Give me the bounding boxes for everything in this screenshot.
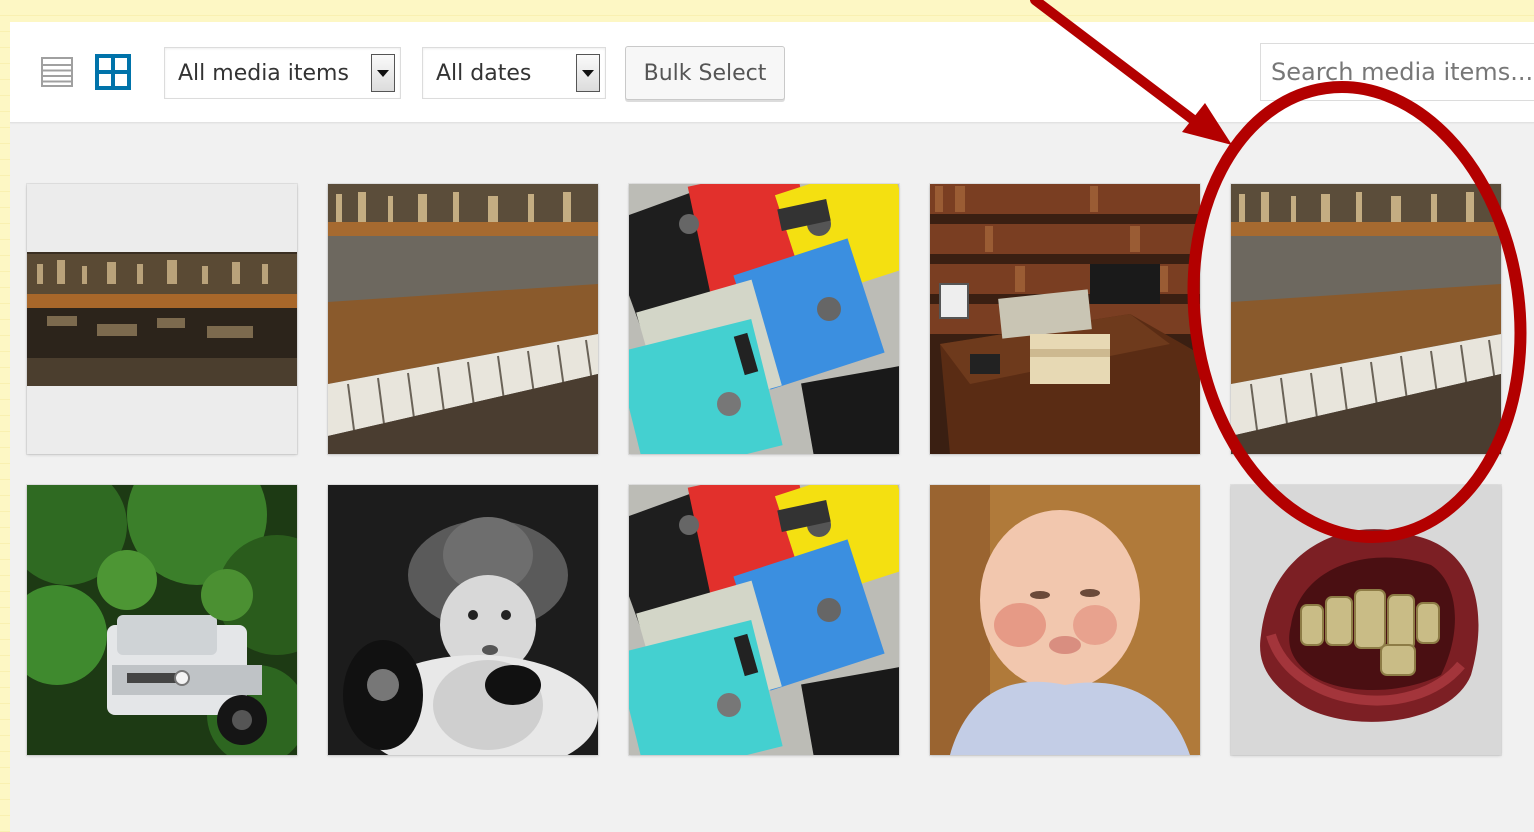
media-item[interactable]: [27, 184, 297, 454]
media-item[interactable]: [629, 485, 899, 755]
media-item[interactable]: [27, 485, 297, 755]
date-filter[interactable]: All dates: [422, 47, 606, 99]
grid-view-icon[interactable]: [94, 53, 132, 91]
media-toolbar: All media items All dates Bulk Select: [10, 22, 1534, 123]
search-input[interactable]: [1260, 43, 1534, 101]
media-item[interactable]: [930, 485, 1200, 755]
media-item-selected-piano[interactable]: [1231, 184, 1501, 454]
media-item[interactable]: [328, 485, 598, 755]
bulk-select-button[interactable]: Bulk Select: [625, 46, 785, 100]
date-filter-value: All dates: [436, 61, 532, 86]
media-item[interactable]: [629, 184, 899, 454]
media-library-panel: All media items All dates Bulk Select: [10, 22, 1534, 832]
media-item[interactable]: [1231, 485, 1501, 755]
media-type-filter-value: All media items: [178, 61, 349, 86]
media-type-filter[interactable]: All media items: [164, 47, 401, 99]
chevron-down-icon[interactable]: [371, 54, 395, 92]
chevron-down-icon[interactable]: [576, 54, 600, 92]
media-item[interactable]: [328, 184, 598, 454]
list-view-icon[interactable]: [40, 55, 74, 89]
media-item[interactable]: [930, 184, 1200, 454]
